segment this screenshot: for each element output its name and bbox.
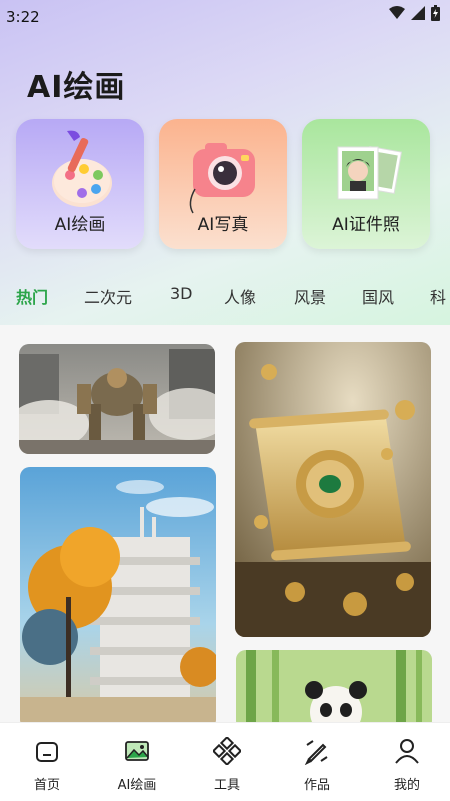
pen-icon xyxy=(304,740,328,765)
category-tab-landscape[interactable]: 风景 xyxy=(294,284,326,308)
category-tab-guofeng[interactable]: 国风 xyxy=(362,284,394,308)
image-icon xyxy=(125,741,149,761)
bottom-tab-bar: 首页 AI绘画 工具 作品 我的 xyxy=(0,722,450,801)
ai-painting-label: AI绘画 xyxy=(54,215,106,235)
artwork-panda-bamboo[interactable] xyxy=(236,650,432,722)
category-tabs: 热门 二次元 3D 人像 风景 国风 科 xyxy=(0,280,450,310)
tab-tools-label: 工具 xyxy=(213,778,240,793)
ai-id-photo-card[interactable]: AI证件照 xyxy=(302,119,430,249)
status-icons xyxy=(389,5,440,21)
palette-icon xyxy=(52,130,112,207)
category-tab-hot[interactable]: 热门 xyxy=(16,284,48,308)
tab-works[interactable]: 作品 xyxy=(272,737,362,793)
artwork-futuristic-city[interactable] xyxy=(20,467,216,722)
tab-works-label: 作品 xyxy=(303,778,330,793)
tab-home[interactable]: 首页 xyxy=(2,737,92,793)
artwork-feed xyxy=(0,325,450,722)
camera-icon xyxy=(189,143,255,214)
ai-portrait-card[interactable]: AI写真 xyxy=(159,119,287,249)
status-bar: 3:22 xyxy=(0,0,450,32)
category-tab-science[interactable]: 科 xyxy=(430,284,446,308)
tab-profile[interactable]: 我的 xyxy=(362,737,450,793)
ai-portrait-label: AI写真 xyxy=(197,215,249,235)
user-icon xyxy=(395,739,419,764)
tab-ai-painting[interactable]: AI绘画 xyxy=(92,737,182,793)
category-tab-portrait[interactable]: 人像 xyxy=(224,284,256,308)
ai-painting-card[interactable]: AI绘画 xyxy=(16,119,144,249)
tools-icon xyxy=(213,737,241,765)
category-tab-anime[interactable]: 二次元 xyxy=(84,284,132,308)
tab-home-label: 首页 xyxy=(33,778,60,793)
home-icon xyxy=(36,742,58,762)
ai-id-photo-label: AI证件照 xyxy=(332,215,400,235)
hero-header: 3:22 AI绘画 AI绘画 AI写真 AI证件照 热门 二次元 3D 人像 风… xyxy=(0,0,450,325)
tab-tools[interactable]: 工具 xyxy=(182,737,272,793)
battery-icon xyxy=(431,5,440,21)
page-title: AI绘画 xyxy=(27,70,126,105)
tab-ai-painting-label: AI绘画 xyxy=(117,778,157,793)
artwork-golden-scroll[interactable] xyxy=(235,342,431,637)
wifi-icon xyxy=(389,6,405,19)
category-tab-3d[interactable]: 3D xyxy=(170,284,193,303)
tab-profile-label: 我的 xyxy=(393,778,420,793)
signal-icon xyxy=(411,6,425,20)
status-time: 3:22 xyxy=(6,8,40,26)
artwork-mech-robot[interactable] xyxy=(19,344,215,454)
id-photo-icon xyxy=(337,145,402,200)
